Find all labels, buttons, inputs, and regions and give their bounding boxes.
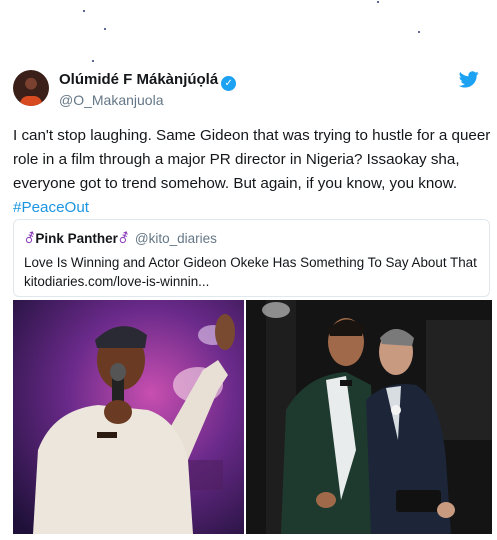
media-grid xyxy=(13,300,492,534)
twitter-bird-icon[interactable] xyxy=(459,71,479,88)
quoted-tweet-text: Love Is Winning and Actor Gideon Okeke H… xyxy=(24,255,477,289)
author-handle[interactable]: @O_Makanjuola xyxy=(59,92,164,108)
gender-symbol-icon: ⚦ xyxy=(24,231,36,246)
decorative-dot xyxy=(104,28,106,30)
two-men-in-suits-kissing-photo[interactable] xyxy=(246,300,492,534)
avatar[interactable] xyxy=(13,70,49,106)
tweet-header: Olúmidé F Mákànjúọlá ✓ @O_Makanjuola xyxy=(13,70,487,110)
verified-badge-icon: ✓ xyxy=(221,76,237,91)
tweet-text: I can't stop laughing. Same Gideon that … xyxy=(13,127,491,216)
quoted-tweet-header: ⚦Pink Panther⚦ @kito_diaries xyxy=(24,231,217,247)
decorative-dot xyxy=(418,31,420,33)
man-speaking-into-microphone-photo[interactable] xyxy=(13,300,244,534)
quoted-tweet[interactable]: ⚦Pink Panther⚦ @kito_diaries Love Is Win… xyxy=(13,219,490,297)
decorative-dot xyxy=(83,10,85,12)
decorative-dot xyxy=(377,1,379,3)
hashtag-link[interactable]: #PeaceOut xyxy=(13,199,89,216)
quoted-author-name: Pink Panther xyxy=(35,231,118,246)
author-name[interactable]: Olúmidé F Mákànjúọlá ✓ xyxy=(59,71,237,91)
quoted-author-handle: @kito_diaries xyxy=(134,231,217,246)
decorative-dot xyxy=(92,60,94,62)
gender-symbol-icon: ⚦ xyxy=(117,231,130,246)
